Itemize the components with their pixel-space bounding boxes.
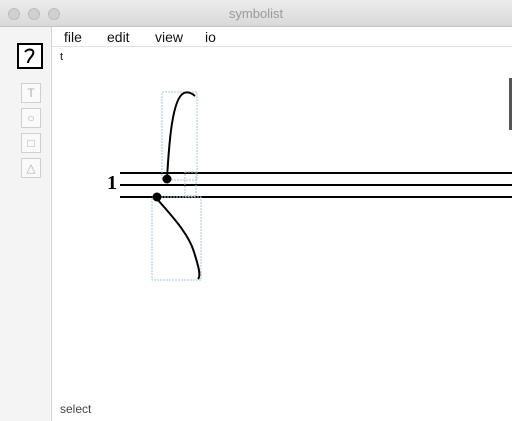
staff-number: 1 xyxy=(107,172,117,194)
staff xyxy=(120,172,512,198)
selection-box-lower xyxy=(151,196,202,281)
lower-note-dot xyxy=(152,192,162,202)
score-drawing xyxy=(120,91,512,281)
lower-curve xyxy=(157,199,201,280)
status-text: select xyxy=(60,402,92,416)
upper-note-dot xyxy=(162,174,172,184)
upper-curve xyxy=(166,91,196,179)
